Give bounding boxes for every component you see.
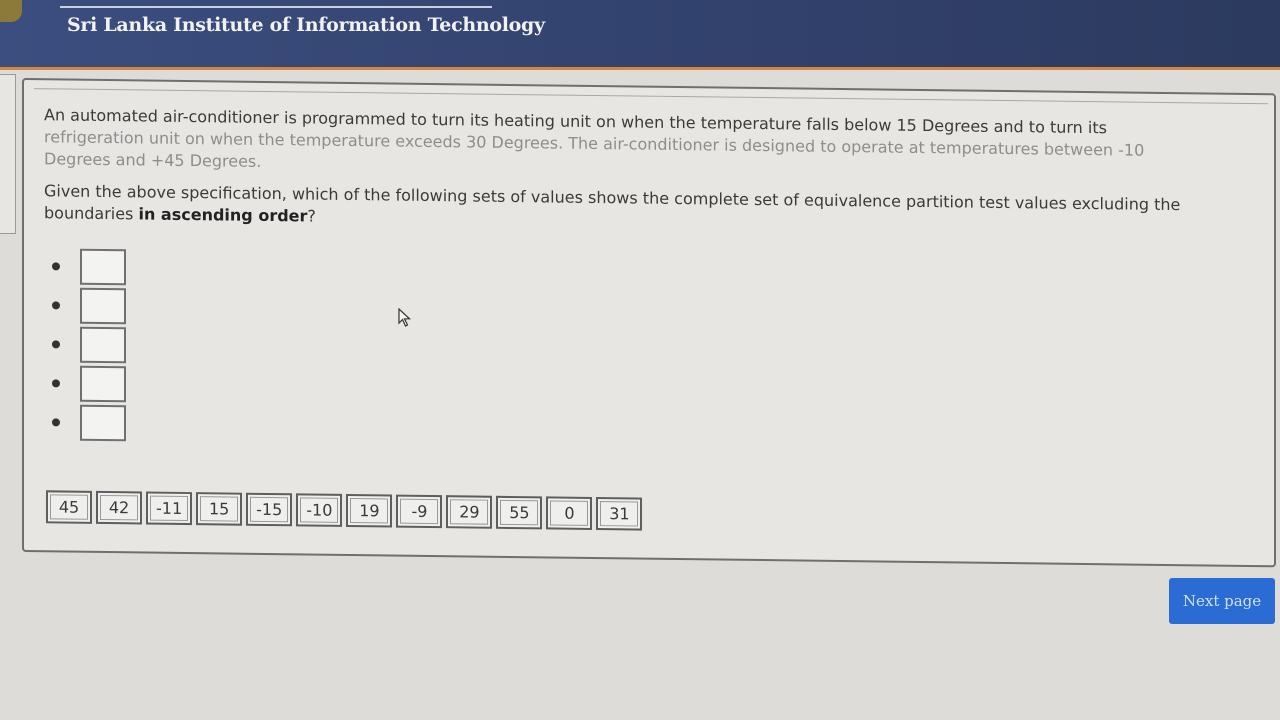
question-prompt-bold: in ascending order [138, 204, 308, 226]
value-chip[interactable]: 29 [446, 495, 493, 529]
mouse-pointer-icon [398, 308, 412, 327]
answer-slot-row [52, 285, 126, 325]
bullet-icon [52, 417, 60, 426]
question-card: An automated air-conditioner is programm… [22, 78, 1276, 568]
value-chip[interactable]: 15 [196, 492, 243, 526]
answer-drop-zone-4[interactable] [80, 365, 126, 402]
site-header: Sri Lanka Institute of Information Techn… [0, 0, 1280, 70]
value-chip[interactable]: -15 [246, 492, 293, 527]
next-page-button[interactable]: Next page [1169, 578, 1275, 624]
value-chip[interactable]: 45 [46, 490, 92, 524]
answer-drop-zone-2[interactable] [80, 287, 126, 324]
bullet-icon [52, 339, 60, 348]
question-line-3: Degrees and +45 Degrees. [44, 149, 262, 171]
answer-slot-row [52, 246, 126, 286]
answer-slot-list [52, 246, 126, 442]
card-divider [34, 88, 1268, 105]
question-line-2-faded: refrigeration [44, 127, 144, 148]
bullet-icon [52, 261, 60, 270]
question-scenario: An automated air-conditioner is programm… [44, 104, 1254, 185]
answer-drop-zone-1[interactable] [80, 248, 126, 285]
value-chip[interactable]: -9 [396, 494, 443, 529]
value-chip[interactable]: -11 [146, 491, 193, 526]
answer-drop-zone-5[interactable] [80, 404, 126, 441]
answer-slot-row [52, 363, 126, 403]
value-chip[interactable]: 0 [546, 496, 593, 530]
bullet-icon [52, 300, 60, 309]
question-text: An automated air-conditioner is programm… [44, 104, 1254, 249]
site-title: Sri Lanka Institute of Information Techn… [67, 14, 545, 36]
answer-slot-row [52, 324, 126, 364]
answer-drop-zone-3[interactable] [80, 326, 126, 363]
question-prompt-suffix: ? [307, 206, 316, 226]
draggable-value-bank: 45 42 -11 15 -15 -10 19 -9 29 55 0 31 [46, 490, 646, 531]
value-chip[interactable]: 55 [496, 495, 543, 530]
institute-logo-icon [0, 0, 22, 22]
answer-slot-row [52, 402, 126, 442]
quiz-navigation-tab[interactable] [0, 74, 16, 234]
value-chip[interactable]: 42 [96, 490, 142, 525]
value-chip[interactable]: -10 [296, 493, 343, 527]
value-chip[interactable]: 19 [346, 493, 393, 528]
bullet-icon [52, 378, 60, 387]
header-rule [60, 6, 492, 8]
question-prompt: Given the above specification, which of … [44, 180, 1254, 239]
value-chip[interactable]: 31 [596, 497, 643, 531]
